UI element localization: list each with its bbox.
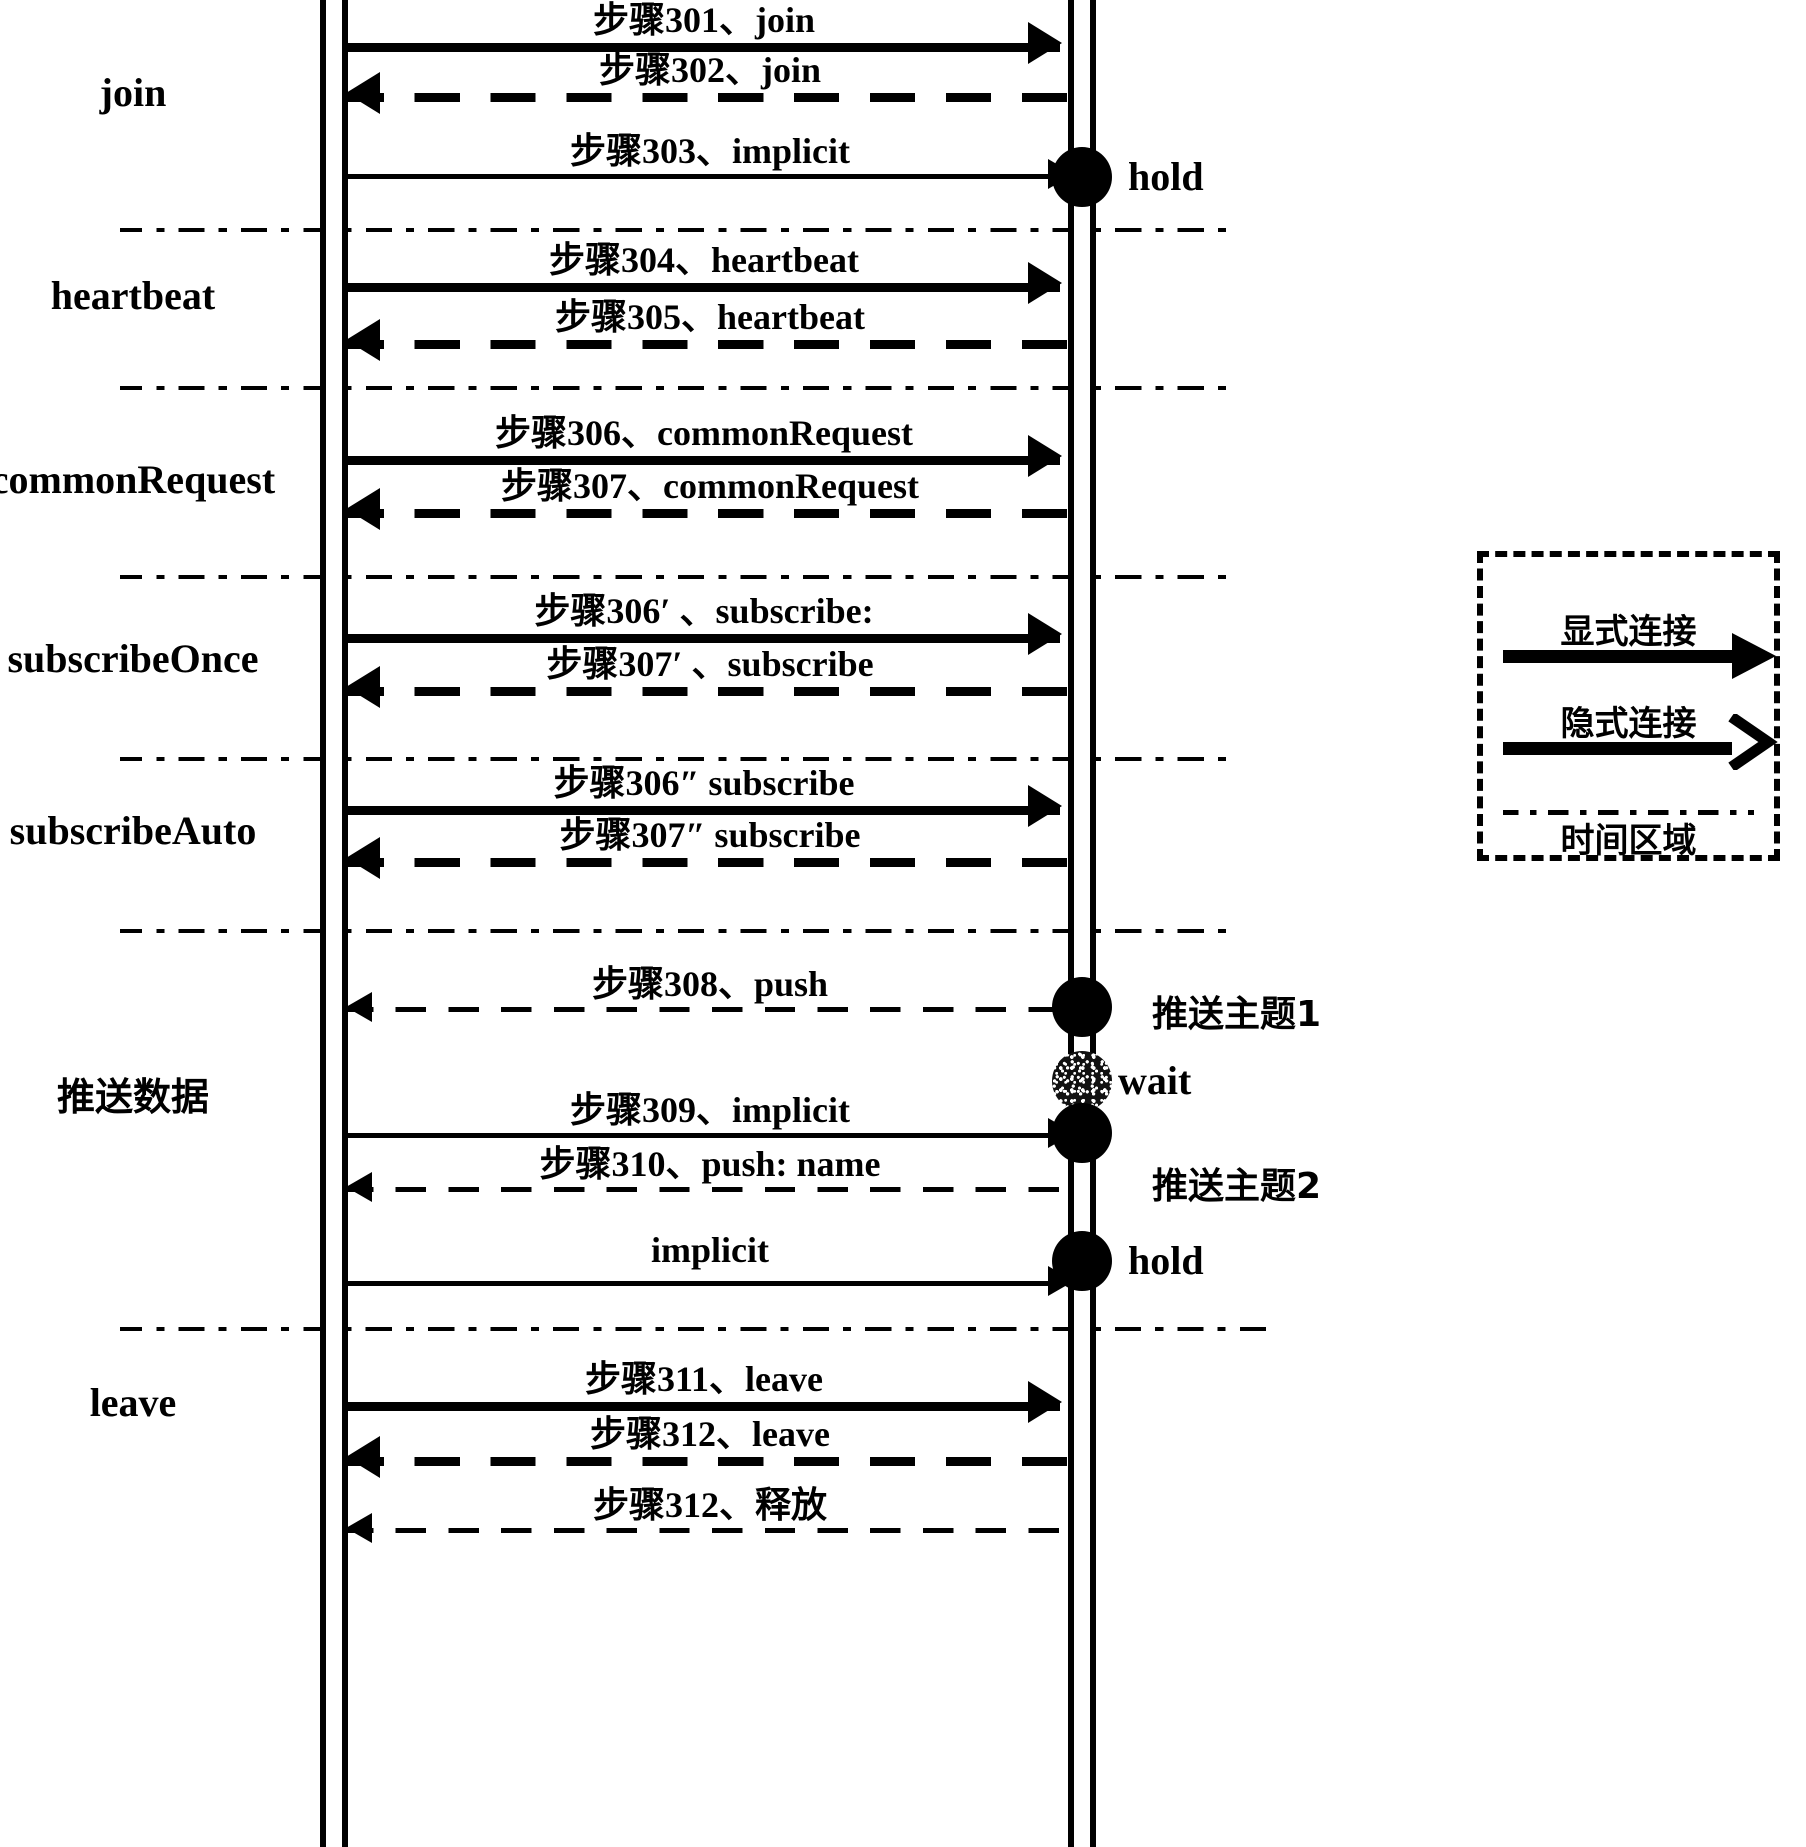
marker-push-topic-2-label: 推送主题2 (1152, 1166, 1322, 1207)
sequence-diagram: join heartbeat commonRequest subscribeOn… (0, 0, 1806, 1847)
zone-separator-1 (120, 228, 1226, 232)
message-303-label: 步骤303、implicit (570, 131, 850, 171)
arrowhead-left-icon (346, 1513, 372, 1543)
message-310-label: 步骤310、push: name (539, 1144, 881, 1184)
message-301-line (348, 43, 1060, 52)
zone-separator-2 (120, 386, 1226, 390)
arrowhead-left-icon (346, 319, 380, 361)
legend-box: 显式连接 隐式连接 时间区域 (1477, 551, 1780, 861)
message-308-line (348, 1007, 1072, 1012)
arrowhead-left-icon (346, 992, 372, 1022)
message-312-release-line (348, 1528, 1072, 1533)
message-implicit-line (348, 1281, 1072, 1286)
message-312-line (348, 1457, 1072, 1466)
arrowhead-left-icon (346, 837, 380, 879)
marker-hold-2-label: hold (1128, 1238, 1204, 1283)
message-306-prime-line (348, 634, 1060, 643)
arrowhead-right-icon (1028, 435, 1062, 477)
marker-wait (1052, 1051, 1112, 1111)
arrowhead-right-icon (1028, 613, 1062, 655)
section-label-commonrequest: commonRequest (0, 457, 276, 502)
message-311-label: 步骤311、leave (585, 1359, 823, 1399)
message-306-line (348, 456, 1060, 465)
client-lifeline (320, 0, 348, 1847)
marker-hold-1 (1052, 147, 1112, 207)
message-306-dprime-label: 步骤306″ subscribe (553, 763, 855, 803)
section-label-leave: leave (89, 1380, 177, 1425)
message-307-line (348, 509, 1072, 518)
message-306-dprime-line (348, 806, 1060, 815)
message-304-line (348, 283, 1060, 292)
message-implicit-label: implicit (651, 1230, 769, 1270)
message-303-line (348, 174, 1072, 179)
arrowhead-left-icon (346, 1172, 372, 1202)
arrowhead-right-icon (1028, 262, 1062, 304)
zone-separator-4 (120, 757, 1226, 761)
section-label-subscribeauto: subscribeAuto (9, 808, 257, 853)
marker-push-topic-1-label: 推送主题1 (1152, 994, 1322, 1035)
arrowhead-left-icon (346, 72, 380, 114)
marker-push-topic-1 (1052, 977, 1112, 1037)
section-label-join: join (99, 70, 167, 115)
message-311-line (348, 1402, 1060, 1411)
arrowhead-right-icon (1028, 785, 1062, 827)
section-label-subscribeonce: subscribeOnce (7, 636, 259, 681)
legend-zone-label: 时间区域 (1560, 821, 1697, 861)
message-301-label: 步骤301、join (592, 0, 815, 40)
arrowhead-right-icon (1028, 22, 1062, 64)
arrowhead-left-icon (346, 488, 380, 530)
message-307-prime-line (348, 687, 1072, 696)
message-312-release-label: 步骤312、释放 (592, 1485, 827, 1525)
marker-hold-2 (1052, 1231, 1112, 1291)
message-310-line (348, 1187, 1072, 1192)
arrowhead-left-icon (346, 666, 380, 708)
legend-explicit-line (1503, 650, 1732, 663)
message-304-label: 步骤304、heartbeat (549, 240, 859, 280)
marker-hold-1-label: hold (1128, 154, 1204, 199)
message-308-label: 步骤308、push (591, 964, 829, 1004)
server-lifeline (1068, 0, 1096, 1847)
zone-separator-3 (120, 575, 1226, 579)
section-label-pushdata: 推送数据 (56, 1075, 209, 1119)
message-305-label: 步骤305、heartbeat (555, 297, 865, 337)
chevron-right-icon (1728, 714, 1778, 770)
message-302-line (348, 93, 1072, 102)
message-306-label: 步骤306、commonRequest (495, 413, 913, 453)
message-305-line (348, 340, 1072, 349)
message-307-dprime-line (348, 858, 1072, 867)
arrowhead-left-icon (346, 1436, 380, 1478)
message-309-line (348, 1133, 1072, 1138)
message-309-label: 步骤309、implicit (570, 1090, 850, 1130)
marker-push-topic-2 (1052, 1103, 1112, 1163)
zone-separator-5 (120, 929, 1226, 933)
marker-wait-label: wait (1118, 1058, 1192, 1103)
arrowhead-right-icon (1732, 633, 1776, 679)
message-306-prime-label: 步骤306′ 、subscribe: (534, 591, 874, 631)
legend-implicit-line (1503, 742, 1732, 755)
section-label-heartbeat: heartbeat (50, 273, 216, 318)
message-312-label: 步骤312、leave (590, 1414, 830, 1454)
arrowhead-right-icon (1028, 1381, 1062, 1423)
